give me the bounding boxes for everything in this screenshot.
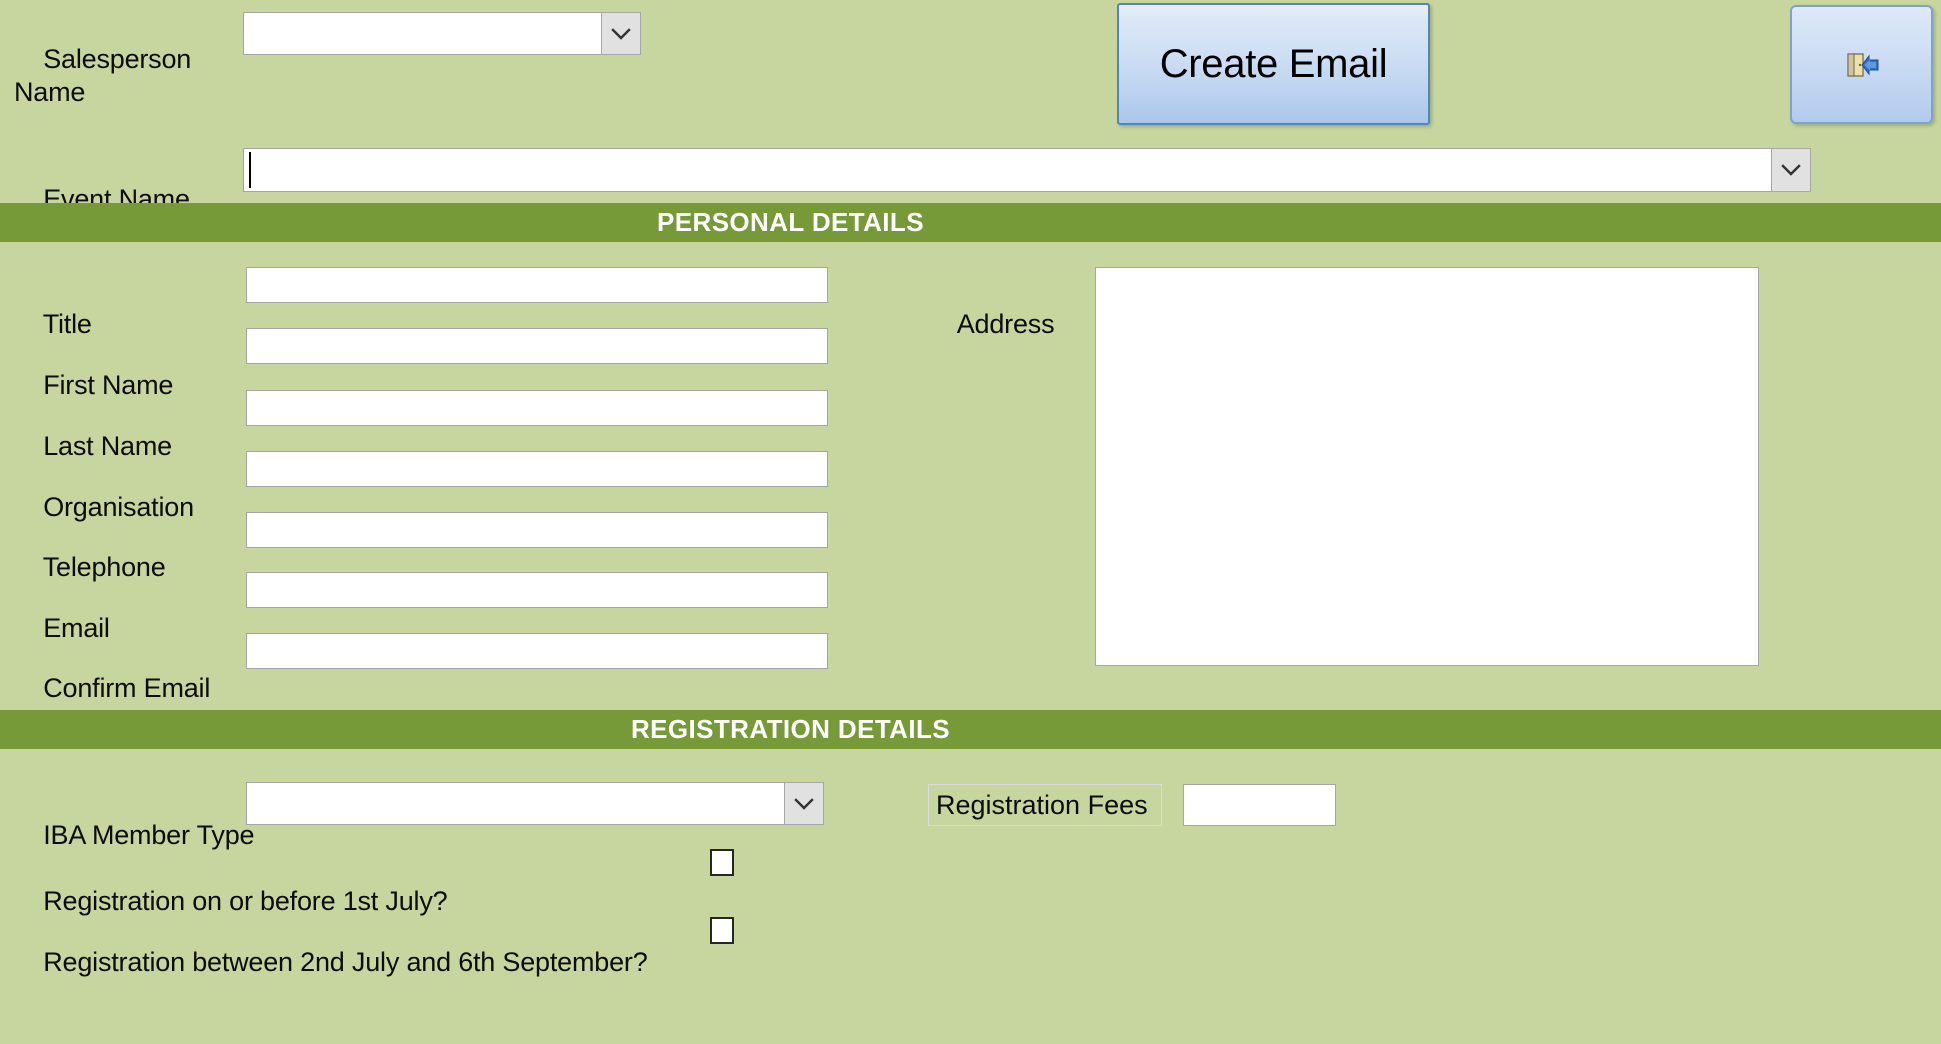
salesperson-name-input[interactable] — [244, 13, 601, 54]
personal-details-section-title: PERSONAL DETAILS — [657, 207, 924, 237]
registration-between-july-september-label: Registration between 2nd July and 6th Se… — [43, 947, 648, 977]
title-input[interactable] — [246, 267, 828, 303]
registration-before-july-checkbox[interactable] — [710, 849, 734, 876]
address-input[interactable] — [1095, 267, 1759, 666]
iba-member-type-dropdown[interactable] — [246, 782, 824, 825]
address-label: Address — [956, 309, 1055, 339]
telephone-input[interactable] — [246, 512, 828, 548]
organisation-input[interactable] — [246, 451, 828, 487]
event-name-dropdown[interactable] — [243, 148, 1811, 192]
create-email-button-label: Create Email — [1159, 41, 1388, 86]
registration-fees-label: Registration Fees — [928, 784, 1162, 826]
exit-door-icon — [1846, 52, 1878, 77]
registration-fees-label-text: Registration Fees — [936, 789, 1148, 820]
create-email-button[interactable]: Create Email — [1117, 3, 1430, 125]
registration-details-section-header: REGISTRATION DETAILS — [0, 710, 1941, 749]
first-name-input[interactable] — [246, 328, 828, 364]
last-name-input[interactable] — [246, 390, 828, 426]
chevron-down-icon[interactable] — [784, 783, 823, 824]
salesperson-name-dropdown[interactable] — [243, 12, 641, 55]
exit-button[interactable] — [1790, 5, 1933, 124]
confirm-email-input[interactable] — [246, 633, 828, 669]
chevron-down-icon[interactable] — [1771, 149, 1810, 191]
registration-fees-input[interactable] — [1183, 784, 1336, 826]
registration-form: Salesperson Name Event Name Create Email — [0, 0, 1941, 1044]
iba-member-type-input[interactable] — [247, 783, 784, 824]
event-name-input[interactable] — [244, 149, 1771, 191]
registration-details-section-title: REGISTRATION DETAILS — [630, 714, 951, 744]
text-cursor — [249, 152, 251, 188]
email-input[interactable] — [246, 572, 828, 608]
salesperson-name-label: Salesperson Name — [14, 44, 192, 107]
registration-between-july-september-checkbox[interactable] — [710, 917, 734, 944]
personal-details-section-header: PERSONAL DETAILS — [0, 203, 1941, 242]
chevron-down-icon[interactable] — [601, 13, 640, 54]
